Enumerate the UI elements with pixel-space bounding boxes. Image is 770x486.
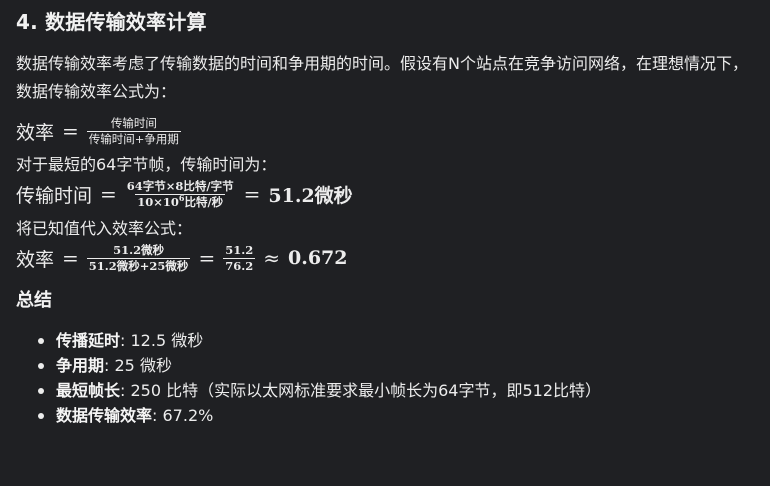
equals-sign: = [198,246,216,270]
item-value: : 250 比特（实际以太网标准要求最小帧长为64字节，即512比特） [120,381,602,400]
item-label: 数据传输效率 [56,406,153,425]
formula-result: 51.2微秒 [268,184,353,207]
equals-sign: = [62,119,79,143]
document-body: 4. 数据传输效率计算 数据传输效率考虑了传输数据的时间和争用期的时间。假设有N… [16,8,756,428]
list-item: 数据传输效率: 67.2% [38,403,756,428]
formula-result: 0.672 [287,247,348,269]
list-item: 传播延时: 12.5 微秒 [38,328,756,353]
approx-sign: ≈ [263,246,280,270]
formula-lhs: 效率 [16,121,55,144]
item-label: 最短帧长 [56,381,121,400]
fraction-numerator: 51.2微秒 [113,242,165,257]
summary-heading: 总结 [16,290,52,311]
denominator-unit: 比特/秒 [184,194,224,209]
summary-list: 传播延时: 12.5 微秒 争用期: 25 微秒 最短帧长: 250 比特（实际… [16,328,756,428]
fraction-numerator: 传输时间 [110,115,157,130]
fraction-denominator: 传输时间+争用期 [86,130,181,146]
numeric-fraction: 51.2 76.2 [223,242,256,273]
transmission-time-formula: 传输时间 = 64字节×8比特/字节 10×106比特/秒 = 51.2微秒 [16,176,756,212]
fraction-numerator: 51.2 [225,242,254,257]
equals-sign: = [62,246,79,270]
item-label: 传播延时 [56,331,121,350]
denominator-base: 10×10 [137,194,179,209]
fraction-denominator: 76.2 [223,257,256,273]
item-value: : 67.2% [152,406,214,425]
formula-lhs: 传输时间 [16,184,93,207]
efficiency-fraction: 传输时间 传输时间+争用期 [86,115,181,146]
section-heading: 4. 数据传输效率计算 [16,10,207,34]
item-value: : 12.5 微秒 [120,331,204,350]
efficiency-formula: 效率 = 传输时间 传输时间+争用期 [16,114,756,148]
list-item: 争用期: 25 微秒 [38,353,756,378]
equals-sign: = [243,182,261,206]
intro-paragraph: 数据传输效率考虑了传输数据的时间和争用期的时间。假设有N个站点在竞争访问网络，在… [16,54,748,101]
efficiency-result-formula: 效率 = 51.2微秒 51.2微秒+25微秒 = 51.2 76.2 ≈ 0.… [16,240,756,276]
item-value: : 25 微秒 [104,356,172,375]
substitution-paragraph: 将已知值代入效率公式： [16,219,193,238]
item-label: 争用期 [56,356,105,375]
substitution-fraction: 51.2微秒 51.2微秒+25微秒 [86,242,191,273]
list-item: 最短帧长: 250 比特（实际以太网标准要求最小帧长为64字节，即512比特） [38,378,756,403]
transmission-time-paragraph: 对于最短的64字节帧，传输时间为： [16,155,277,174]
fraction-denominator: 10×106比特/秒 [135,193,226,209]
fraction-numerator: 64字节×8比特/字节 [126,178,234,193]
formula-lhs: 效率 [16,248,55,271]
equals-sign: = [100,182,117,206]
transmission-fraction: 64字节×8比特/字节 10×106比特/秒 [125,178,236,209]
fraction-denominator: 51.2微秒+25微秒 [86,257,191,273]
